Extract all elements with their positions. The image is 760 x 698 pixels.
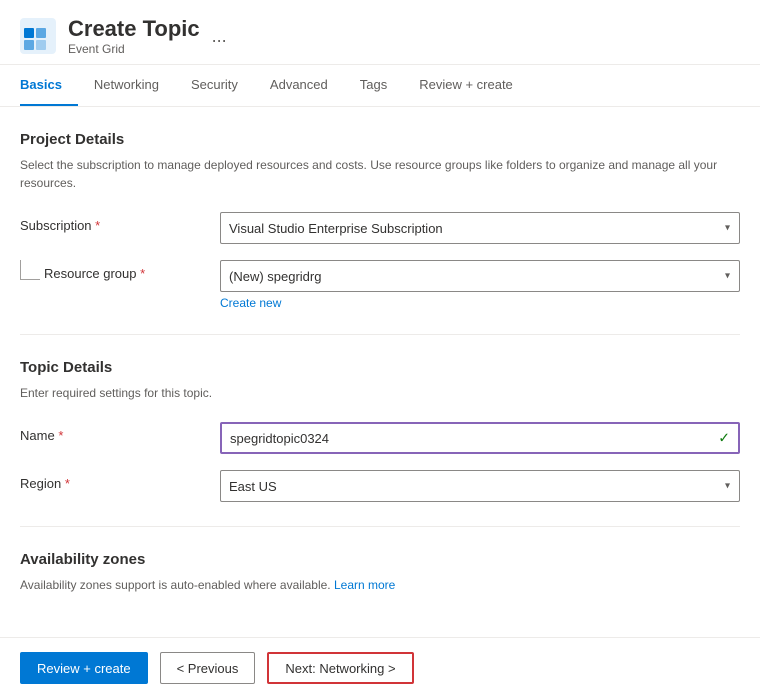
resource-group-field: (New) spegridrg ▾ Create new [220, 260, 740, 310]
topic-details-description: Enter required settings for this topic. [20, 384, 740, 402]
availability-section: Availability zones Availability zones su… [20, 551, 740, 594]
previous-button[interactable]: < Previous [160, 652, 256, 684]
page-subtitle: Event Grid [68, 42, 200, 56]
topic-details-section: Topic Details Enter required settings fo… [20, 359, 740, 502]
region-field: East US ▾ [220, 470, 740, 502]
resource-group-label-col: Resource group * [20, 260, 220, 281]
resource-group-required-star: * [140, 266, 145, 281]
tab-networking[interactable]: Networking [78, 65, 175, 106]
availability-title: Availability zones [20, 551, 740, 568]
header-ellipsis-menu[interactable]: ... [212, 26, 227, 47]
tab-security[interactable]: Security [175, 65, 254, 106]
resource-group-label: Resource group * [44, 266, 145, 281]
name-required-star: * [58, 428, 63, 443]
resource-group-row: Resource group * (New) spegridrg ▾ Creat… [20, 260, 740, 310]
header-text-block: Create Topic Event Grid [68, 16, 200, 56]
create-new-link[interactable]: Create new [220, 296, 281, 310]
tab-bar: Basics Networking Security Advanced Tags… [0, 65, 760, 107]
resource-group-select-wrapper[interactable]: (New) spegridrg ▾ [220, 260, 740, 292]
subscription-row: Subscription * Visual Studio Enterprise … [20, 212, 740, 244]
region-row: Region * East US ▾ [20, 470, 740, 502]
availability-description: Availability zones support is auto-enabl… [20, 576, 740, 594]
tab-basics[interactable]: Basics [20, 65, 78, 106]
region-required-star: * [65, 476, 70, 491]
footer-bar: Review + create < Previous Next: Network… [0, 637, 760, 698]
region-select-wrapper[interactable]: East US ▾ [220, 470, 740, 502]
region-label: Region * [20, 470, 220, 491]
tree-branch-line [20, 260, 40, 280]
name-input[interactable] [220, 422, 740, 454]
project-details-section: Project Details Select the subscription … [20, 131, 740, 310]
subscription-select[interactable]: Visual Studio Enterprise Subscription [220, 212, 740, 244]
section-divider-1 [20, 334, 740, 335]
resource-group-select[interactable]: (New) spegridrg [220, 260, 740, 292]
page-title: Create Topic [68, 16, 200, 42]
review-create-button[interactable]: Review + create [20, 652, 148, 684]
project-details-description: Select the subscription to manage deploy… [20, 156, 740, 192]
subscription-required-star: * [95, 218, 100, 233]
region-select[interactable]: East US [220, 470, 740, 502]
subscription-label: Subscription * [20, 212, 220, 233]
name-valid-icon: ✓ [718, 430, 730, 447]
subscription-select-wrapper[interactable]: Visual Studio Enterprise Subscription ▾ [220, 212, 740, 244]
tab-tags[interactable]: Tags [344, 65, 403, 106]
topic-details-title: Topic Details [20, 359, 740, 376]
event-grid-icon [20, 18, 56, 54]
next-networking-button[interactable]: Next: Networking > [267, 652, 413, 684]
tab-review-create[interactable]: Review + create [403, 65, 529, 106]
project-details-title: Project Details [20, 131, 740, 148]
name-row: Name * ✓ [20, 422, 740, 454]
learn-more-link[interactable]: Learn more [334, 578, 395, 592]
page-header: Create Topic Event Grid ... [0, 0, 760, 65]
name-input-wrapper: ✓ [220, 422, 740, 454]
main-content: Project Details Select the subscription … [0, 107, 760, 638]
name-label: Name * [20, 422, 220, 443]
subscription-field: Visual Studio Enterprise Subscription ▾ [220, 212, 740, 244]
tab-advanced[interactable]: Advanced [254, 65, 344, 106]
name-field: ✓ [220, 422, 740, 454]
section-divider-2 [20, 526, 740, 527]
